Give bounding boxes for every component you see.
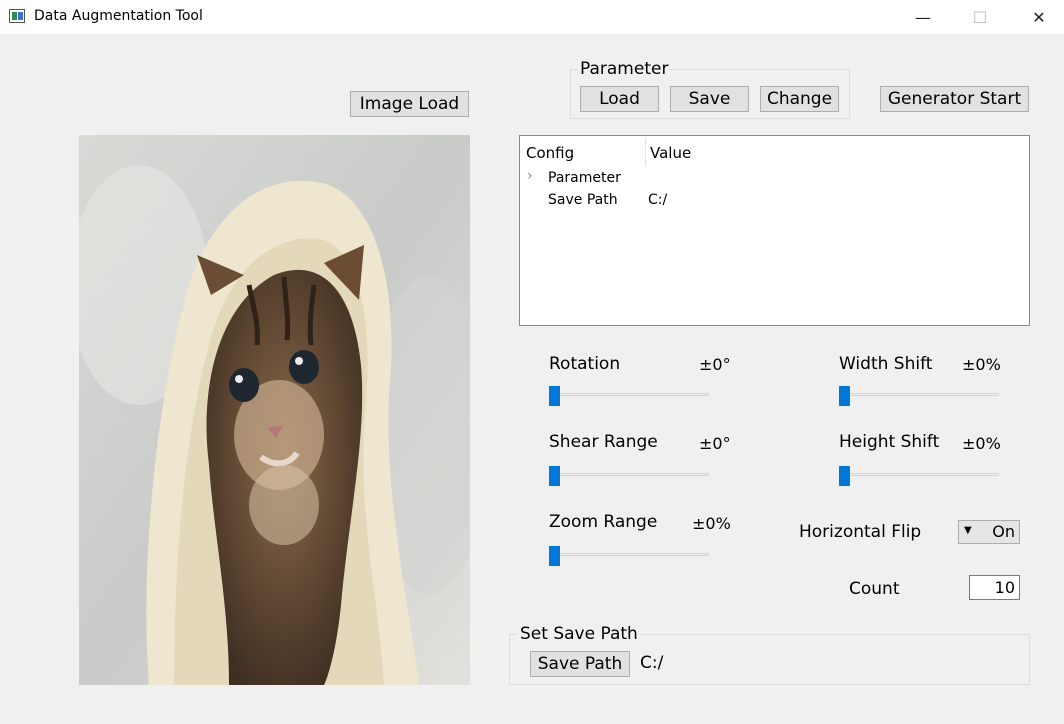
parameter-load-button[interactable]: Load [580, 86, 659, 112]
tree-row-save-path-value: C:/ [648, 192, 668, 208]
zoom-slider-thumb[interactable] [549, 546, 560, 566]
width-shift-slider-track[interactable] [839, 393, 999, 396]
minimize-button[interactable]: — [900, 0, 946, 34]
width-shift-label: Width Shift [839, 354, 933, 374]
shear-slider-track[interactable] [549, 473, 709, 476]
shear-slider-thumb[interactable] [549, 466, 560, 486]
kitten-image [69, 135, 489, 686]
rotation-value: ±0° [699, 355, 731, 374]
save-path-button[interactable]: Save Path [530, 651, 630, 677]
shear-range-label: Shear Range [549, 432, 658, 452]
rotation-slider-track[interactable] [549, 393, 709, 396]
close-button[interactable]: ✕ [1016, 0, 1062, 34]
parameter-save-button[interactable]: Save [670, 86, 749, 112]
column-divider [645, 138, 646, 166]
save-path-group-label: Set Save Path [517, 624, 641, 644]
parameter-change-button[interactable]: Change [760, 86, 839, 112]
count-label: Count [849, 579, 900, 599]
horizontal-flip-label: Horizontal Flip [799, 522, 922, 542]
height-shift-slider-thumb[interactable] [839, 466, 850, 486]
width-shift-slider-thumb[interactable] [839, 386, 850, 406]
dropdown-arrow-icon[interactable]: ▼ [964, 525, 972, 536]
width-shift-value: ±0% [962, 355, 1001, 374]
height-shift-value: ±0% [962, 434, 1001, 453]
config-tree[interactable]: Config Value › Parameter Save Path C:/ [519, 135, 1030, 326]
rotation-label: Rotation [549, 354, 621, 374]
image-preview [69, 135, 489, 686]
horizontal-flip-value: On [992, 522, 1015, 541]
zoom-range-label: Zoom Range [549, 512, 658, 532]
tree-row-save-path[interactable]: Save Path [548, 192, 618, 208]
save-path-value: C:/ [640, 653, 664, 673]
horizontal-flip-select[interactable]: ▼ On [958, 520, 1020, 544]
window-title: Data Augmentation Tool [34, 8, 203, 24]
value-column-header[interactable]: Value [650, 144, 691, 162]
chevron-right-icon[interactable]: › [527, 168, 533, 184]
parameter-group-label: Parameter [577, 59, 672, 79]
tree-row-parameter[interactable]: Parameter [548, 170, 621, 186]
shear-range-value: ±0° [699, 434, 731, 453]
generator-start-button[interactable]: Generator Start [880, 86, 1029, 112]
height-shift-label: Height Shift [839, 432, 940, 452]
count-input[interactable]: 10 [969, 575, 1020, 600]
maximize-button[interactable]: ☐ [957, 0, 1003, 34]
image-load-button[interactable]: Image Load [350, 91, 469, 117]
rotation-slider-thumb[interactable] [549, 386, 560, 406]
config-column-header[interactable]: Config [526, 144, 574, 162]
zoom-slider-track[interactable] [549, 553, 709, 556]
height-shift-slider-track[interactable] [839, 473, 999, 476]
zoom-range-value: ±0% [692, 514, 731, 533]
app-icon [9, 9, 25, 23]
